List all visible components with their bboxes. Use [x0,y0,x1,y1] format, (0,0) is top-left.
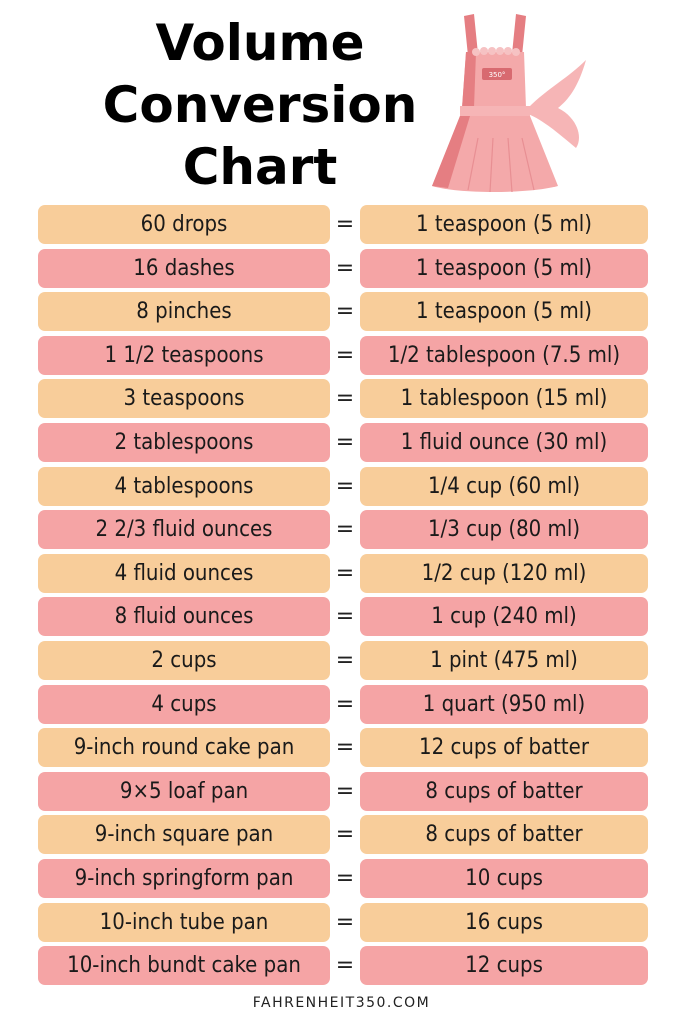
equals-sign: = [335,822,355,848]
equals-sign: = [335,429,355,455]
conversion-row: 10-inch tube pan = 16 cups [38,902,648,942]
conversion-row: 9-inch square pan = 8 cups of batter [38,815,648,855]
apron-bib-shade [462,52,476,108]
equals-sign: = [335,735,355,761]
conversion-row: 10-inch bundt cake pan = 12 cups [38,946,648,986]
conversion-from: 1 1/2 teaspoons [38,335,330,375]
equals-sign: = [335,299,355,325]
conversion-from: 4 cups [38,684,330,724]
conversion-to: 10 cups [360,858,648,898]
conversion-to: 1/2 cup (120 ml) [360,553,648,593]
equals-sign: = [335,691,355,717]
conversion-row: 4 cups = 1 quart (950 ml) [38,684,648,724]
conversion-from: 3 teaspoons [38,379,330,419]
conversion-row: 9-inch springform pan = 10 cups [38,858,648,898]
title-line-2: Conversion [102,76,418,134]
equals-sign: = [335,604,355,630]
conversion-row: 8 pinches = 1 teaspoon (5 ml) [38,292,648,332]
conversion-from: 8 pinches [38,292,330,332]
conversion-row: 2 2/3 fluid ounces = 1/3 cup (80 ml) [38,510,648,550]
apron-waistband [460,106,530,116]
page-title: Volume Conversion Chart [70,12,450,198]
title-line-1: Volume [155,14,365,72]
conversion-from: 2 2/3 fluid ounces [38,510,330,550]
conversion-from: 9-inch springform pan [38,858,330,898]
conversion-to: 8 cups of batter [360,815,648,855]
conversion-from: 16 dashes [38,248,330,288]
apron-badge-label: 350° [489,71,506,79]
equals-sign: = [335,647,355,673]
equals-sign: = [335,255,355,281]
conversion-row: 60 drops = 1 teaspoon (5 ml) [38,205,648,244]
conversion-row: 4 tablespoons = 1/4 cup (60 ml) [38,466,648,506]
conversion-from: 9-inch square pan [38,815,330,855]
conversion-from: 2 tablespoons [38,422,330,462]
conversion-to: 12 cups of batter [360,728,648,768]
conversion-to: 1 teaspoon (5 ml) [360,248,648,288]
conversion-to: 1 pint (475 ml) [360,640,648,680]
conversion-row: 2 cups = 1 pint (475 ml) [38,640,648,680]
equals-sign: = [335,473,355,499]
conversion-to: 1 teaspoon (5 ml) [360,205,648,244]
conversion-to: 1 quart (950 ml) [360,684,648,724]
equals-sign: = [335,342,355,368]
conversion-from: 10-inch bundt cake pan [38,946,330,986]
equals-sign: = [335,909,355,935]
conversion-from: 4 tablespoons [38,466,330,506]
conversion-to: 1/3 cup (80 ml) [360,510,648,550]
apron-illustration: 350° [432,14,586,193]
equals-sign: = [335,560,355,586]
equals-sign: = [335,517,355,543]
conversion-to: 8 cups of batter [360,771,648,811]
title-line-3: Chart [182,138,338,196]
conversion-row: 9-inch round cake pan = 12 cups of batter [38,728,648,768]
equals-sign: = [335,953,355,979]
conversion-row: 2 tablespoons = 1 fluid ounce (30 ml) [38,422,648,462]
conversion-row: 9×5 loaf pan = 8 cups of batter [38,771,648,811]
conversion-table: 60 drops = 1 teaspoon (5 ml) 16 dashes = 1 te… [38,205,648,990]
conversion-to: 1 tablespoon (15 ml) [360,379,648,419]
equals-sign: = [335,212,355,237]
equals-sign: = [335,778,355,804]
conversion-from: 9-inch round cake pan [38,728,330,768]
equals-sign: = [335,386,355,412]
conversion-to: 1 cup (240 ml) [360,597,648,637]
conversion-from: 4 fluid ounces [38,553,330,593]
conversion-from: 10-inch tube pan [38,902,330,942]
conversion-from: 60 drops [38,205,330,244]
conversion-from: 9×5 loaf pan [38,771,330,811]
conversion-to: 1/4 cup (60 ml) [360,466,648,506]
conversion-row: 4 fluid ounces = 1/2 cup (120 ml) [38,553,648,593]
conversion-from: 8 fluid ounces [38,597,330,637]
conversion-row: 1 1/2 teaspoons = 1/2 tablespoon (7.5 ml) [38,335,648,375]
conversion-to: 1 teaspoon (5 ml) [360,292,648,332]
conversion-to: 12 cups [360,946,648,986]
equals-sign: = [335,865,355,891]
conversion-from: 2 cups [38,640,330,680]
footer-site: FAHRENHEIT350.COM [252,995,431,1011]
conversion-to: 1/2 tablespoon (7.5 ml) [360,335,648,375]
conversion-row: 16 dashes = 1 teaspoon (5 ml) [38,248,648,288]
conversion-row: 8 fluid ounces = 1 cup (240 ml) [38,597,648,637]
conversion-to: 16 cups [360,902,648,942]
conversion-row: 3 teaspoons = 1 tablespoon (15 ml) [38,379,648,419]
conversion-to: 1 fluid ounce (30 ml) [360,422,648,462]
